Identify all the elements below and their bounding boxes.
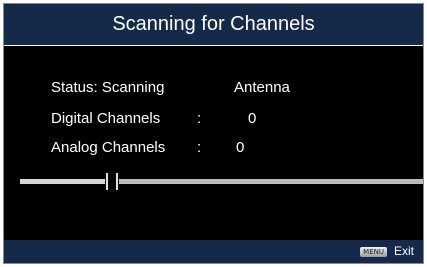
- scan-progress-bar: [20, 173, 423, 190]
- dialog-title: Scanning for Channels: [112, 13, 315, 35]
- scan-dialog: Scanning for Channels Status: Scanning A…: [3, 3, 424, 264]
- progress-indicator-left-tick: [106, 173, 108, 190]
- digital-channels-row: Digital Channels : 0: [4, 108, 423, 130]
- title-bar: Scanning for Channels: [4, 4, 423, 46]
- status-label: Status: Scanning: [51, 79, 165, 96]
- analog-channels-separator: :: [197, 139, 202, 156]
- scan-progress-fill: [20, 179, 110, 184]
- status-row: Status: Scanning Antenna: [4, 77, 423, 99]
- digital-channels-label: Digital Channels: [51, 110, 161, 127]
- digital-channels-separator: :: [197, 110, 202, 127]
- analog-channels-label: Analog Channels: [51, 139, 166, 156]
- analog-channels-count: 0: [236, 139, 245, 156]
- exit-label[interactable]: Exit: [394, 243, 414, 260]
- status-value: Antenna: [234, 79, 290, 96]
- digital-channels-count: 0: [248, 110, 257, 127]
- analog-channels-row: Analog Channels : 0: [4, 137, 423, 159]
- progress-indicator-right-tick: [116, 173, 118, 190]
- footer-bar: MENU Exit: [4, 240, 423, 263]
- menu-key-icon[interactable]: MENU: [360, 247, 387, 257]
